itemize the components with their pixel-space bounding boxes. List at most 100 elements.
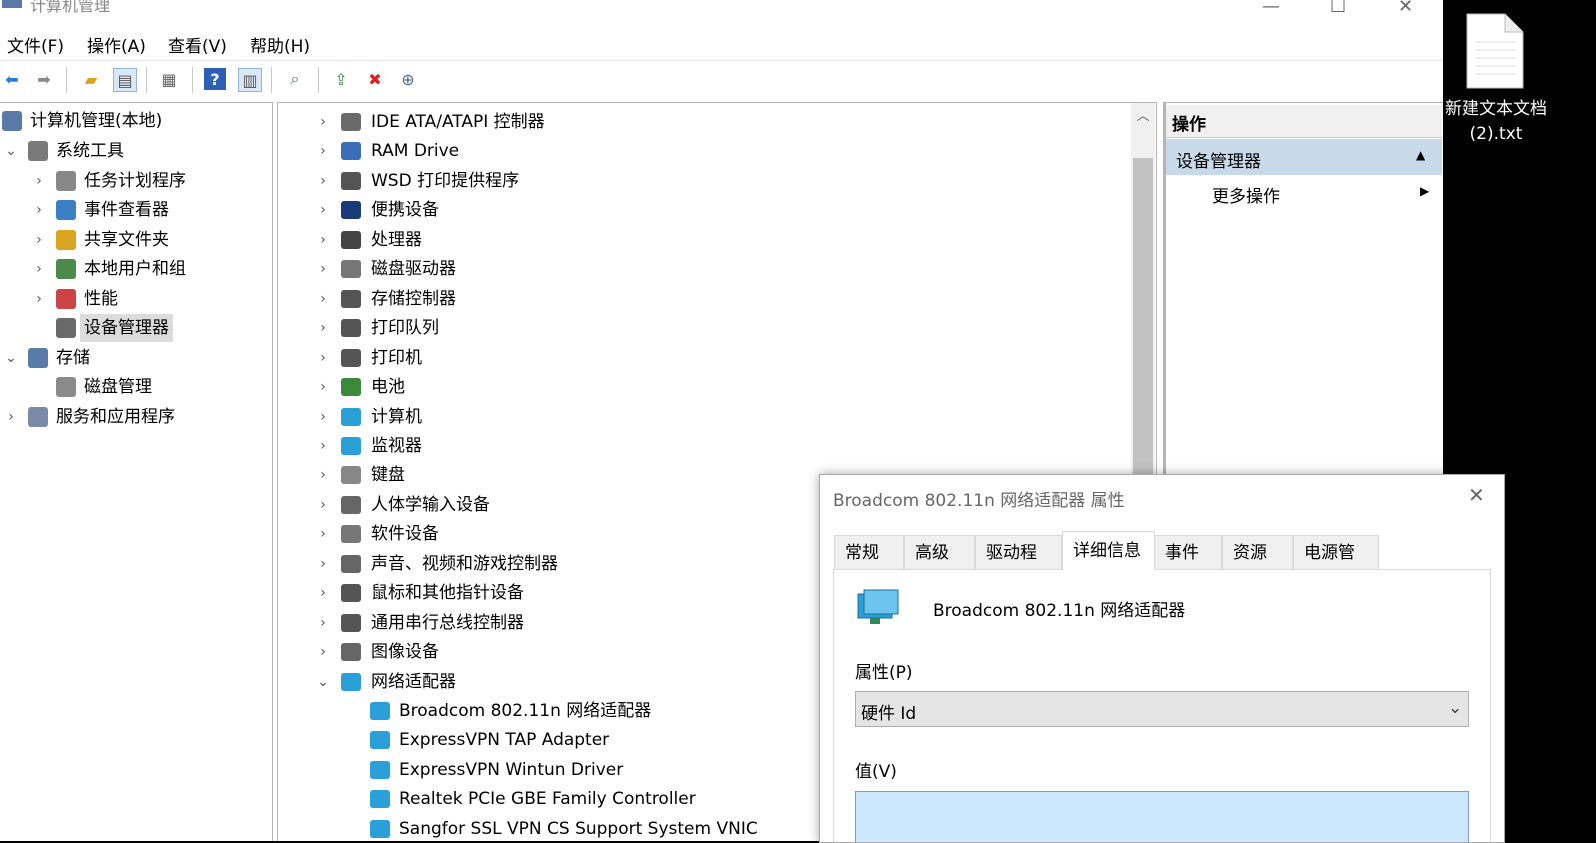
device-category-label: 软件设备 <box>371 524 439 545</box>
device-category[interactable]: › 存储控制器 <box>278 285 1128 313</box>
tab-advanced[interactable]: 高级 <box>904 535 975 569</box>
more-actions-item[interactable]: 更多操作 ▶ <box>1166 178 1442 208</box>
collapsed-chevron-icon[interactable]: › <box>316 255 330 283</box>
collapsed-chevron-icon[interactable]: › <box>32 255 46 283</box>
tab-details[interactable]: 详细信息 <box>1062 531 1155 570</box>
tree-item-services-applications[interactable]: › 服务和应用程序 <box>0 403 270 431</box>
device-category[interactable]: › 便携设备 <box>278 196 1128 224</box>
device-category-icon <box>341 289 361 308</box>
device-category[interactable]: › WSD 打印提供程序 <box>278 167 1128 195</box>
collapsed-chevron-icon[interactable]: › <box>32 285 46 313</box>
tree-item-shared-folders[interactable]: › 共享文件夹 <box>0 226 270 254</box>
minimize-button[interactable]: — <box>1262 0 1280 17</box>
collapsed-chevron-icon[interactable]: › <box>316 373 330 401</box>
forward-arrow-icon[interactable]: ➡ <box>33 68 55 90</box>
collapsed-chevron-icon[interactable]: › <box>316 579 330 607</box>
menu-help[interactable]: 帮助(H) <box>250 32 310 57</box>
tab-events[interactable]: 事件 <box>1154 535 1222 569</box>
scan-hardware-icon[interactable]: ⌕ <box>284 68 306 90</box>
dropdown-chevron-icon: ⌄ <box>1448 698 1463 718</box>
scroll-thumb[interactable] <box>1133 158 1153 488</box>
tree-item-label: 共享文件夹 <box>84 229 169 250</box>
collapsed-chevron-icon[interactable]: › <box>316 167 330 195</box>
collapsed-chevron-icon[interactable]: › <box>316 196 330 224</box>
expand-chevron-icon[interactable]: ⌄ <box>4 137 18 165</box>
tree-item-performance[interactable]: › 性能 <box>0 285 270 313</box>
device-category[interactable]: › 磁盘驱动器 <box>278 255 1128 283</box>
device-category[interactable]: › 打印队列 <box>278 314 1128 342</box>
uninstall-device-icon[interactable]: ⊕ <box>397 68 419 90</box>
tree-item-device-manager[interactable]: 设备管理器 <box>0 314 270 342</box>
update-driver-icon[interactable]: ⇪ <box>330 68 352 90</box>
collapsed-chevron-icon[interactable]: › <box>316 638 330 666</box>
expand-chevron-icon[interactable]: ⌄ <box>316 668 330 696</box>
menu-file[interactable]: 文件(F) <box>7 32 64 57</box>
device-category-icon <box>341 378 361 397</box>
show-tree-icon[interactable]: ▤ <box>113 68 137 92</box>
tree-item-label: 服务和应用程序 <box>56 406 175 427</box>
menu-action[interactable]: 操作(A) <box>87 32 146 57</box>
properties-icon[interactable]: ▦ <box>158 68 180 90</box>
device-category[interactable]: › 打印机 <box>278 344 1128 372</box>
shared-folders-icon <box>56 229 76 250</box>
collapsed-chevron-icon[interactable]: › <box>4 403 18 431</box>
collapsed-chevron-icon[interactable]: › <box>316 226 330 254</box>
collapsed-chevron-icon[interactable]: › <box>316 432 330 460</box>
collapse-triangle-icon[interactable]: ▲ <box>1416 148 1425 162</box>
collapsed-chevron-icon[interactable]: › <box>316 314 330 342</box>
device-category-icon <box>341 643 361 662</box>
tree-item-local-users-groups[interactable]: › 本地用户和组 <box>0 255 270 283</box>
tab-power-management[interactable]: 电源管理 <box>1293 535 1379 597</box>
device-category-icon <box>341 319 361 338</box>
tab-general[interactable]: 常规 <box>834 535 904 569</box>
collapsed-chevron-icon[interactable]: › <box>316 108 330 136</box>
scroll-up-icon[interactable]: ︿ <box>1131 105 1155 124</box>
maximize-button[interactable]: ☐ <box>1330 0 1346 17</box>
menu-view[interactable]: 查看(V) <box>168 32 227 57</box>
device-category-label: 磁盘驱动器 <box>371 259 456 280</box>
tree-item-disk-management[interactable]: 磁盘管理 <box>0 373 270 401</box>
help-icon[interactable]: ? <box>204 68 226 90</box>
device-category[interactable]: › RAM Drive <box>278 137 1128 165</box>
collapsed-chevron-icon[interactable]: › <box>316 285 330 313</box>
device-manager-icon <box>56 318 76 338</box>
collapsed-chevron-icon[interactable]: › <box>316 461 330 489</box>
device-category[interactable]: › 监视器 <box>278 432 1128 460</box>
collapsed-chevron-icon[interactable]: › <box>32 167 46 195</box>
tree-item-label: 本地用户和组 <box>84 259 186 279</box>
desktop-text-file-icon[interactable] <box>1465 12 1525 89</box>
collapsed-chevron-icon[interactable]: › <box>316 520 330 548</box>
collapsed-chevron-icon[interactable]: › <box>32 226 46 254</box>
collapsed-chevron-icon[interactable]: › <box>316 491 330 519</box>
tab-driver[interactable]: 驱动程序 <box>975 535 1062 597</box>
device-category-label: WSD 打印提供程序 <box>371 170 520 191</box>
tree-item-system-tools[interactable]: ⌄ 系统工具 <box>0 137 270 165</box>
dialog-close-icon[interactable]: ✕ <box>1468 483 1485 507</box>
collapsed-chevron-icon[interactable]: › <box>316 550 330 578</box>
device-category-icon <box>341 407 361 426</box>
collapsed-chevron-icon[interactable]: › <box>316 609 330 637</box>
tree-item-event-viewer[interactable]: › 事件查看器 <box>0 196 270 224</box>
tree-item-task-scheduler[interactable]: › 任务计划程序 <box>0 167 270 195</box>
action-pane-icon[interactable]: ▥ <box>238 68 262 92</box>
close-button[interactable]: ✕ <box>1398 0 1413 17</box>
property-select[interactable]: 硬件 Id ⌄ <box>855 691 1469 727</box>
disable-device-icon[interactable]: ✖ <box>364 68 386 90</box>
value-list[interactable] <box>855 791 1469 842</box>
device-category[interactable]: › 处理器 <box>278 226 1128 254</box>
tree-item-storage[interactable]: ⌄ 存储 <box>0 344 270 372</box>
back-arrow-icon[interactable]: ⬅ <box>1 68 23 90</box>
collapsed-chevron-icon[interactable]: › <box>316 403 330 431</box>
device-category[interactable]: › 电池 <box>278 373 1128 401</box>
expand-chevron-icon[interactable]: ⌄ <box>4 344 18 372</box>
tab-resources[interactable]: 资源 <box>1222 535 1293 569</box>
up-folder-icon[interactable]: ▰ <box>80 68 102 90</box>
device-category[interactable]: › 计算机 <box>278 403 1128 431</box>
device-category-label: 通用串行总线控制器 <box>371 612 524 633</box>
collapsed-chevron-icon[interactable]: › <box>316 137 330 165</box>
desktop-file-label[interactable]: 新建文本文档 (2).txt <box>1441 97 1551 147</box>
collapsed-chevron-icon[interactable]: › <box>32 196 46 224</box>
actions-section-device-manager[interactable]: 设备管理器 ▲ <box>1166 139 1442 175</box>
collapsed-chevron-icon[interactable]: › <box>316 344 330 372</box>
device-category[interactable]: › IDE ATA/ATAPI 控制器 <box>278 108 1128 136</box>
